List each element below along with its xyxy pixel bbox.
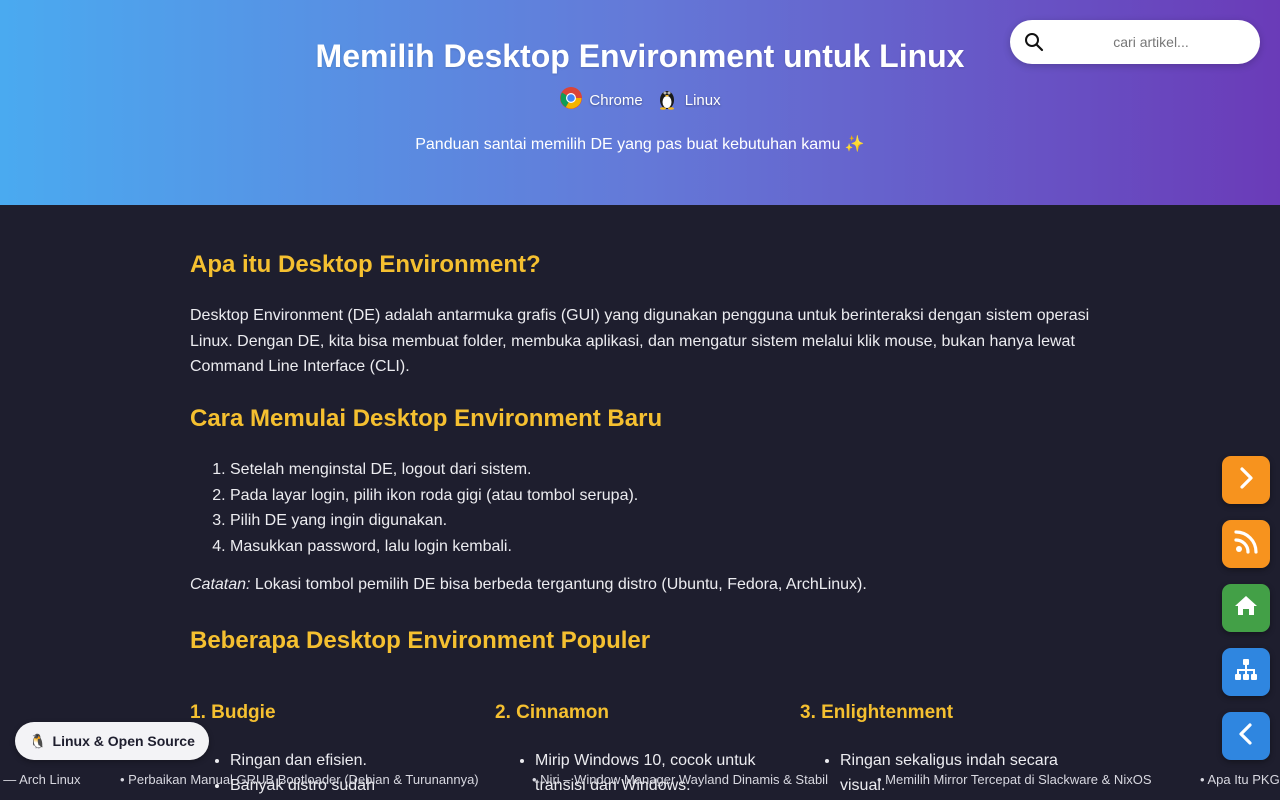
rss-icon: [1232, 528, 1260, 561]
steps-list: Setelah menginstal DE, logout dari siste…: [230, 457, 638, 560]
chrome-icon: [559, 86, 583, 114]
note-text: Lokasi tombol pemilih DE bisa berbeda te…: [250, 576, 867, 593]
rss-button[interactable]: [1222, 520, 1270, 568]
list-item: Pada layar login, pilih ikon roda gigi (…: [230, 483, 638, 509]
list-item: Setelah menginstal DE, logout dari siste…: [230, 457, 638, 483]
category-badge[interactable]: 🐧 Linux & Open Source: [15, 722, 209, 760]
news-ticker: t — Arch Linux • Perbaikan Manual GRUB B…: [0, 770, 1280, 790]
home-icon: [1232, 592, 1260, 625]
section-paragraph: Desktop Environment (DE) adalah antarmuk…: [190, 307, 1090, 375]
ticker-item[interactable]: • Apa Itu PKG: [1200, 772, 1280, 787]
back-button[interactable]: [1222, 712, 1270, 760]
chevron-left-icon: [1232, 720, 1260, 753]
tag-chrome[interactable]: Chrome: [559, 86, 643, 114]
sitemap-icon: [1232, 656, 1260, 689]
tag-linux[interactable]: Linux: [655, 86, 721, 114]
ticker-item[interactable]: • Memilih Mirror Tercepat di Slackware &…: [877, 772, 1152, 787]
section-heading: Apa itu Desktop Environment?: [190, 251, 541, 278]
list-item: Masukkan password, lalu login kembali.: [230, 534, 638, 560]
de-title: 3. Enlightenment: [800, 702, 954, 723]
tag-list: Chrome Linux: [0, 86, 1280, 114]
page-subtitle: Panduan santai memilih DE yang pas buat …: [415, 136, 865, 153]
section-heading: Cara Memulai Desktop Environment Baru: [190, 405, 663, 432]
tux-icon: [655, 86, 679, 114]
badge-label: Linux & Open Source: [52, 733, 195, 749]
tag-label: Linux: [684, 91, 721, 109]
home-button[interactable]: [1222, 584, 1270, 632]
note: Catatan: Lokasi tombol pemilih DE bisa b…: [190, 576, 867, 594]
search-input[interactable]: [1054, 20, 1248, 64]
list-item: Pilih DE yang ingin digunakan.: [230, 508, 638, 534]
chevron-right-icon: [1232, 464, 1260, 497]
ticker-item[interactable]: t — Arch Linux: [0, 772, 81, 787]
search-box[interactable]: [1010, 20, 1260, 64]
note-label: Catatan:: [190, 576, 251, 593]
penguin-icon: 🐧: [29, 732, 47, 749]
next-button[interactable]: [1222, 456, 1270, 504]
ticker-item[interactable]: • Perbaikan Manual GRUB Bootloader (Debi…: [120, 772, 479, 787]
section-heading: Beberapa Desktop Environment Populer: [190, 627, 651, 654]
tag-label: Chrome: [589, 91, 643, 109]
ticker-item[interactable]: • Niri – Window Manager Wayland Dinamis …: [532, 772, 828, 787]
de-title: 1. Budgie: [190, 702, 276, 723]
sitemap-button[interactable]: [1222, 648, 1270, 696]
de-title: 2. Cinnamon: [495, 702, 610, 723]
